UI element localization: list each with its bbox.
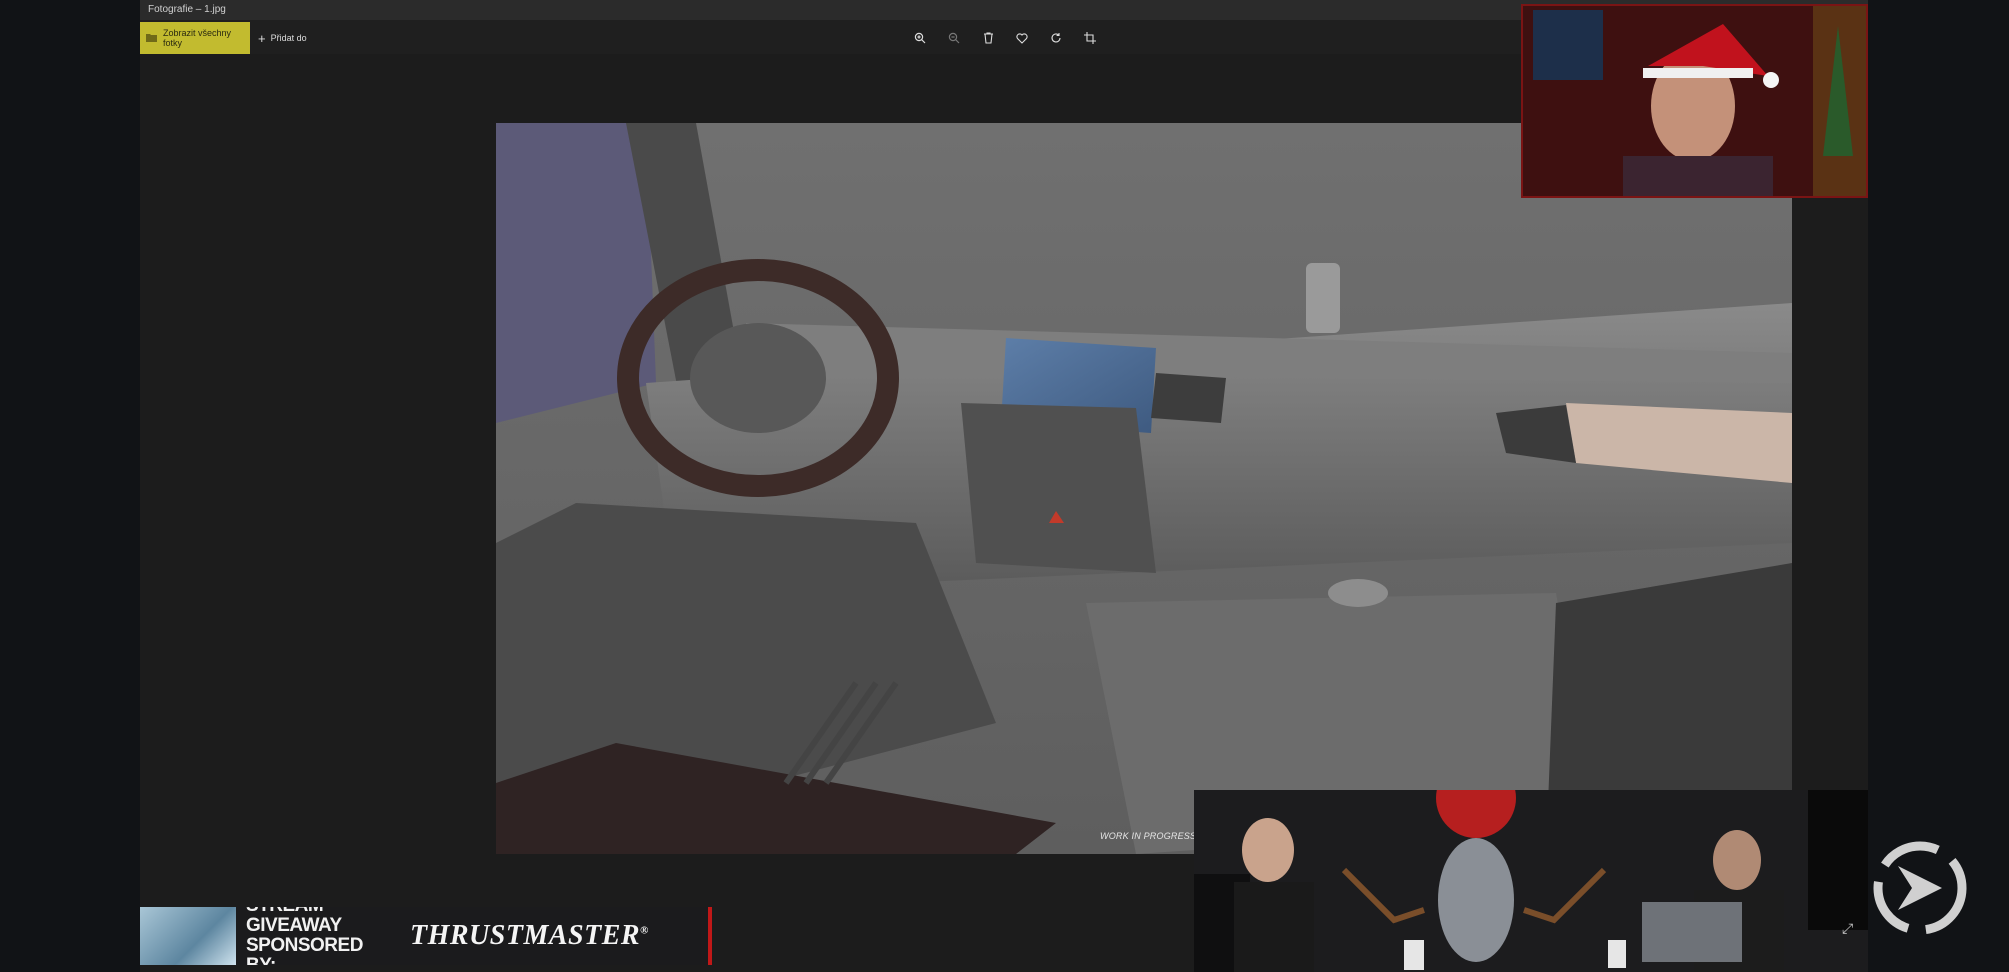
webcam-scene (1523, 6, 1866, 196)
image-tools (910, 28, 1100, 48)
truck-interior-render: WORK IN PROGRESS (496, 123, 1792, 854)
channel-logo-icon (1868, 836, 1972, 940)
expand-icon[interactable]: ⤢ (1842, 920, 1853, 937)
sponsor-logo-text: THRUSTMASTER® (396, 920, 649, 952)
folder-icon (146, 33, 157, 44)
registered-mark: ® (640, 924, 649, 937)
view-all-photos-label: Zobrazit všechny fotky (163, 28, 232, 48)
add-to-button[interactable]: + Přidat do (258, 22, 307, 54)
zoom-out-icon[interactable] (944, 28, 964, 48)
studio-scene (1194, 790, 1868, 972)
giveaway-text: STREAM GIVEAWAY SPONSORED BY: (246, 907, 363, 965)
view-all-photos-button[interactable]: Zobrazit všechny fotky (140, 22, 250, 54)
zoom-in-icon[interactable] (910, 28, 930, 48)
delete-icon[interactable] (978, 28, 998, 48)
rotate-icon[interactable] (1046, 28, 1066, 48)
giveaway-artwork (140, 907, 236, 965)
heart-icon[interactable] (1012, 28, 1032, 48)
crop-icon[interactable] (1080, 28, 1100, 48)
add-to-label: Přidat do (270, 33, 307, 43)
cab-dashboard-illustration (496, 123, 1792, 854)
plus-icon: + (258, 30, 266, 46)
studio-camera-feed (1194, 790, 1868, 972)
giveaway-banner: STREAM GIVEAWAY SPONSORED BY: THRUSTMAST… (140, 907, 712, 965)
work-in-progress-caption: WORK IN PROGRESS (1100, 831, 1197, 841)
streamer-webcam (1521, 4, 1868, 198)
sponsor-name: THRUSTMASTER (410, 920, 641, 951)
